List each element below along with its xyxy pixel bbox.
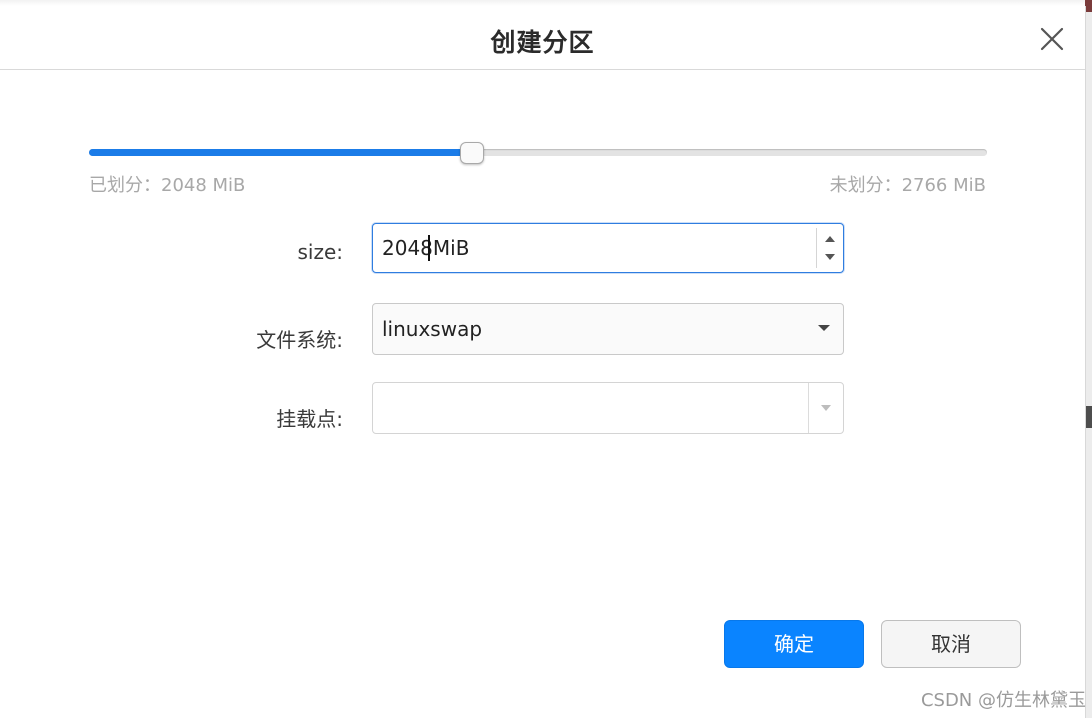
unallocated-size-label: 未划分：2766 MiB [829,175,986,196]
chevron-down-icon [825,254,835,260]
chevron-up-icon [825,236,835,242]
slider-fill [89,149,471,156]
close-icon [1040,27,1064,51]
filesystem-select[interactable]: linuxswap [372,303,844,355]
screen: 创建分区 已划分：2048 MiB 未划分：2766 MiB size: 204… [0,0,1092,718]
decrement-button[interactable] [822,249,838,265]
size-label: size: [297,240,343,264]
spinbox-divider [816,228,817,268]
background-right-edge [1085,0,1092,718]
background-scroll-mark [1085,406,1092,428]
watermark: CSDN @仿生林黛玉 [920,690,1086,711]
filesystem-value: linuxswap [382,317,483,341]
slider-thumb[interactable] [460,142,484,164]
text-cursor [428,235,430,261]
dropdown-arrow-icon [821,405,831,411]
filesystem-label: 文件系统: [256,328,343,352]
cancel-button[interactable]: 取消 [881,620,1021,668]
partition-size-slider[interactable] [89,140,987,166]
mountpoint-dropdown-button[interactable] [809,383,843,433]
mountpoint-combobox[interactable] [372,382,844,434]
increment-button[interactable] [822,231,838,247]
close-button[interactable] [1037,24,1067,54]
mountpoint-input[interactable] [375,385,809,433]
size-value[interactable]: 2048MiB [382,236,469,260]
background-corner [1085,0,1092,12]
allocated-size-label: 已划分：2048 MiB [89,175,246,196]
create-partition-dialog: 创建分区 [0,6,1086,718]
dialog-titlebar: 创建分区 [0,6,1085,70]
confirm-button[interactable]: 确定 [724,620,864,668]
dropdown-arrow-icon [818,325,830,331]
dialog-title: 创建分区 [490,28,595,57]
size-spinbox[interactable]: 2048MiB [372,223,844,273]
mountpoint-label: 挂载点: [276,407,343,431]
